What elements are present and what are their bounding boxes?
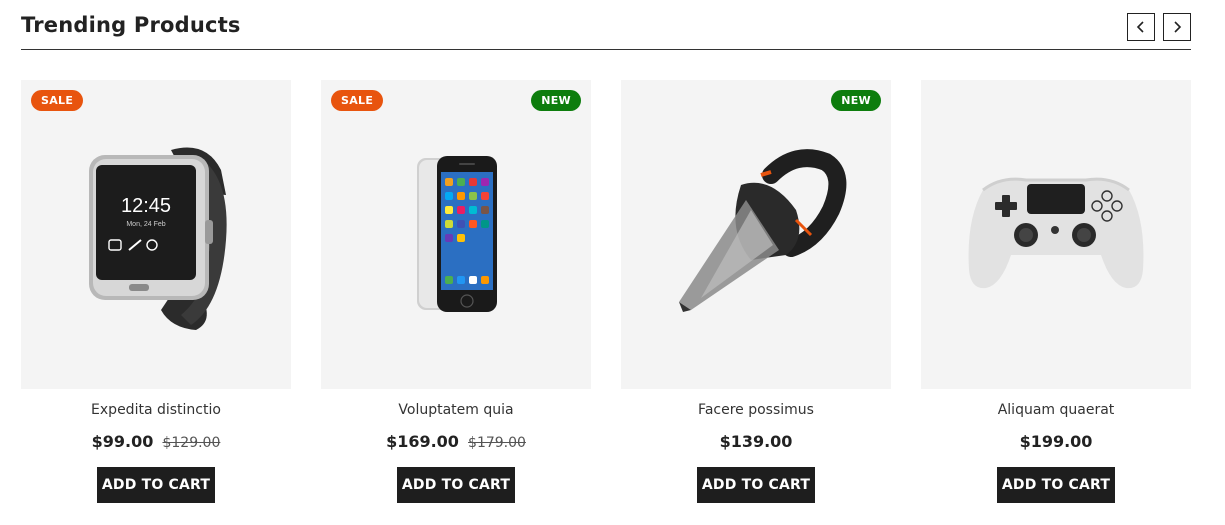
svg-text:12:45: 12:45 bbox=[121, 195, 171, 217]
product-image-link[interactable] bbox=[321, 80, 591, 389]
smartwatch-image: 12:45 Mon, 24 Feb bbox=[89, 147, 227, 330]
product-old-price: $129.00 bbox=[162, 435, 221, 451]
product-price: $199.00 bbox=[1019, 432, 1093, 451]
product-card: 12:45 Mon, 24 Feb SALE Expedita distinct… bbox=[21, 80, 291, 510]
new-badge: NEW bbox=[831, 90, 881, 111]
section-header: Trending Products bbox=[21, 0, 1191, 50]
sale-badge: SALE bbox=[331, 90, 384, 111]
product-card: NEW Facere possimus $139.00 ADD TO CART bbox=[621, 80, 891, 510]
carousel-next-button[interactable] bbox=[1163, 13, 1191, 41]
chevron-right-icon bbox=[1174, 21, 1182, 33]
product-image-link[interactable]: 12:45 Mon, 24 Feb bbox=[21, 80, 291, 389]
product-name[interactable]: Voluptatem quia bbox=[321, 402, 591, 418]
product-price: $99.00 bbox=[91, 432, 154, 451]
product-price: $169.00 bbox=[386, 432, 459, 451]
price-row: $139.00 bbox=[621, 432, 891, 451]
sale-badge: SALE bbox=[31, 90, 84, 111]
product-image-link[interactable] bbox=[621, 80, 891, 389]
price-row: $99.00 $129.00 bbox=[21, 432, 291, 451]
new-badge: NEW bbox=[531, 90, 581, 111]
add-to-cart-button[interactable]: ADD TO CART bbox=[997, 467, 1115, 503]
add-to-cart-button[interactable]: ADD TO CART bbox=[97, 467, 215, 503]
product-image-link[interactable] bbox=[921, 80, 1191, 389]
add-to-cart-button[interactable]: ADD TO CART bbox=[697, 467, 815, 503]
game-controller-image bbox=[968, 177, 1144, 289]
section-title: Trending Products bbox=[21, 13, 241, 37]
chevron-left-icon bbox=[1136, 21, 1144, 33]
product-name[interactable]: Aliquam quaerat bbox=[921, 402, 1191, 418]
product-old-price: $179.00 bbox=[468, 435, 526, 451]
product-name[interactable]: Facere possimus bbox=[621, 402, 891, 418]
add-to-cart-button[interactable]: ADD TO CART bbox=[397, 467, 515, 503]
product-name[interactable]: Expedita distinctio bbox=[21, 402, 291, 418]
price-row: $169.00 $179.00 bbox=[321, 432, 591, 451]
svg-text:Mon, 24 Feb: Mon, 24 Feb bbox=[126, 221, 165, 228]
product-card: Aliquam quaerat $199.00 ADD TO CART bbox=[921, 80, 1191, 510]
product-price: $139.00 bbox=[719, 432, 793, 451]
smartphone-image bbox=[417, 156, 497, 312]
product-card: SALE NEW Voluptatem quia $169.00 $179.00… bbox=[321, 80, 591, 510]
handheld-vacuum-image bbox=[679, 149, 847, 312]
carousel-prev-button[interactable] bbox=[1127, 13, 1155, 41]
price-row: $199.00 bbox=[921, 432, 1191, 451]
